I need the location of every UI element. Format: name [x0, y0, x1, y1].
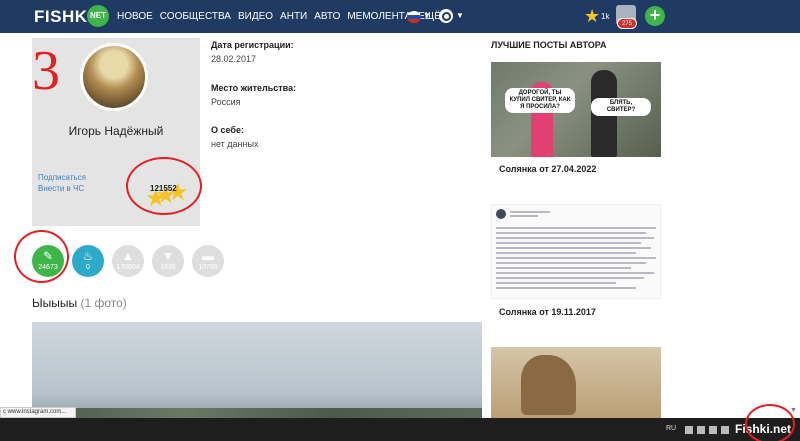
text-line [496, 277, 644, 279]
post-thumbnail[interactable] [491, 204, 661, 299]
text-line [496, 227, 656, 229]
camel-figure [521, 355, 576, 415]
language-indicator[interactable]: RU [666, 425, 676, 432]
comment-icon: ▬ [202, 249, 214, 263]
taskbar [0, 418, 800, 441]
text-line [496, 237, 654, 239]
stat-dislikes[interactable]: ▼ 1636 [152, 245, 184, 277]
nav-item-memolenta[interactable]: МЕМОЛЕНТА [347, 11, 411, 22]
stat-value: 1636 [160, 264, 176, 271]
nav-item-auto[interactable]: АВТО [314, 11, 340, 22]
subscribe-link[interactable]: Подписаться [38, 173, 86, 182]
red-annotation-circle [126, 157, 202, 215]
text-line [496, 232, 646, 234]
author-avatar [496, 209, 506, 219]
registration-value: 28.02.2017 [211, 54, 257, 64]
text-line [510, 215, 538, 217]
text-line [496, 287, 636, 289]
thumbs-up-icon: ▲ [122, 249, 134, 263]
stat-value: 10765 [198, 264, 218, 271]
red-annotation-circle [14, 230, 69, 283]
stars-count: 1k [601, 12, 610, 21]
add-post-button[interactable]: + [645, 6, 665, 26]
red-annotation-circle [745, 404, 795, 441]
stat-value: 0 [86, 264, 90, 271]
tray-icon[interactable] [697, 426, 705, 434]
chevron-down-icon[interactable]: ▼ [456, 11, 464, 20]
tray-icon[interactable] [685, 426, 693, 434]
nav-item-communities[interactable]: СООБЩЕСТВА [160, 11, 231, 22]
location-label: Место жительства: [211, 83, 297, 93]
album-name[interactable]: Ыыыыы [32, 296, 77, 310]
chevron-down-icon[interactable]: ▼ [423, 11, 431, 20]
text-line [496, 262, 646, 264]
album-photo[interactable] [32, 322, 482, 422]
stat-fire[interactable]: ♨ 0 [72, 245, 104, 277]
logo-badge[interactable]: NET [87, 5, 109, 27]
stat-likes[interactable]: ▲ 170604 [112, 245, 144, 277]
tray-icon[interactable] [709, 426, 717, 434]
about-label: О себе: [211, 125, 244, 135]
nav-item-video[interactable]: ВИДЕО [238, 11, 273, 22]
post-thumbnail[interactable] [491, 347, 661, 422]
text-line [510, 211, 550, 213]
site-logo[interactable]: FISHKI [34, 7, 93, 27]
best-posts-title: ЛУЧШИЕ ПОСТЫ АВТОРА [491, 40, 607, 50]
about-value: нет данных [211, 139, 259, 149]
thumbs-down-icon: ▼ [162, 249, 174, 263]
text-line [496, 252, 636, 254]
nav-item-anti[interactable]: АНТИ [280, 11, 307, 22]
album-count: (1 фото) [80, 296, 127, 310]
russia-flag-icon[interactable] [407, 11, 421, 23]
profile-name: Игорь Надёжный [68, 124, 164, 138]
nav-item-new[interactable]: НОВОЕ [117, 11, 153, 22]
text-line [496, 257, 656, 259]
annotation-number: 3 [32, 40, 60, 102]
post-thumbnail[interactable]: ДОРОГОЙ, ТЫ КУПИЛ СВИТЕР, КАК Я ПРОСИЛА?… [491, 62, 661, 157]
blacklist-link[interactable]: Внести в ЧС [38, 184, 84, 193]
star-icon[interactable]: ★ [584, 7, 600, 25]
post-caption[interactable]: Солянка от 27.04.2022 [499, 164, 596, 174]
tray-icon[interactable] [721, 426, 729, 434]
speech-bubble-right: БЛЯТЬ, СВИТЕР? [591, 98, 651, 116]
stat-comments[interactable]: ▬ 10765 [192, 245, 224, 277]
speech-bubble-left: ДОРОГОЙ, ТЫ КУПИЛ СВИТЕР, КАК Я ПРОСИЛА? [505, 88, 575, 113]
registration-label: Дата регистрации: [211, 40, 294, 50]
search-icon[interactable] [439, 9, 453, 23]
text-line [496, 272, 654, 274]
status-bar-url: c www.instagram.com... [0, 407, 76, 418]
scroll-down-icon[interactable]: ▼ [790, 407, 797, 414]
main-nav: НОВОЕ СООБЩЕСТВА ВИДЕО АНТИ АВТО МЕМОЛЕН… [117, 11, 448, 22]
fire-icon: ♨ [82, 249, 94, 263]
album-title[interactable]: Ыыыыы (1 фото) [32, 296, 127, 310]
text-line [496, 247, 651, 249]
text-line [496, 282, 616, 284]
text-line [496, 242, 641, 244]
post-caption[interactable]: Солянка от 19.11.2017 [499, 307, 596, 317]
stat-value: 170604 [116, 264, 140, 271]
notification-badge[interactable]: 275 [617, 18, 637, 29]
profile-avatar [80, 43, 148, 111]
text-line [496, 267, 631, 269]
location-value: Россия [211, 97, 241, 107]
